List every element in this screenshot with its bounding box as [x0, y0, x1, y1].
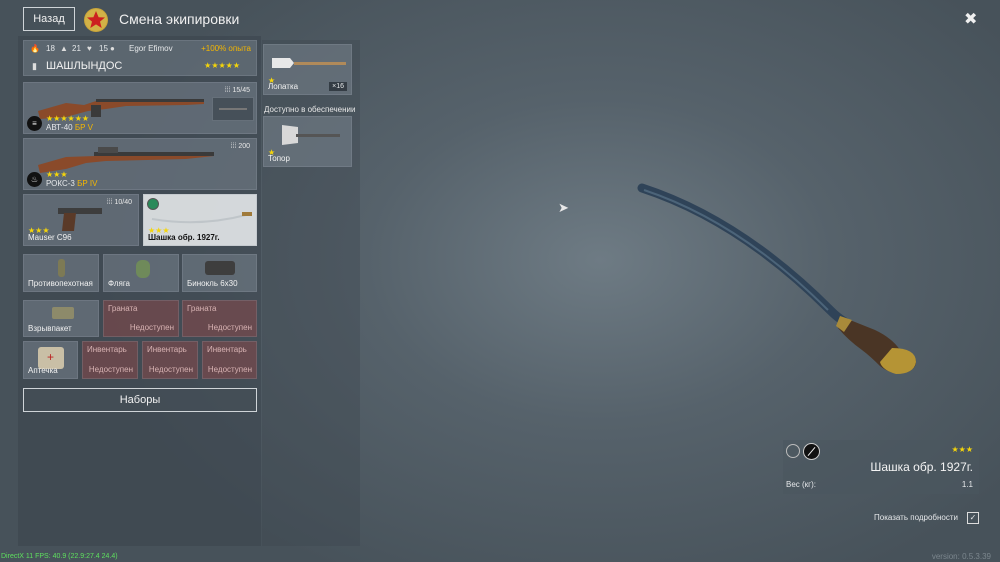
show-details-checkbox[interactable]: ✓	[967, 512, 979, 524]
equipment-label: Бинокль 6x30	[187, 279, 238, 288]
shovel-icon	[272, 58, 346, 68]
ammo-icon: ⁞⁞⁞ 10/40	[106, 199, 132, 206]
close-icon[interactable]: ✖	[964, 9, 977, 29]
inventory-slot-locked-1[interactable]: Инвентарь Недоступен	[82, 341, 138, 379]
available-header: Доступно в обеспечении	[264, 105, 356, 114]
ammo-icon: ⁞⁞⁞ 15/45	[224, 87, 250, 94]
kits-button[interactable]: Наборы	[23, 388, 257, 412]
item-label: Лопатка	[268, 82, 299, 91]
sidearm-slot[interactable]: ⁞⁞⁞ 10/40 ★★★ Mauser C96	[23, 194, 139, 246]
item-stars: ★★★	[951, 445, 973, 454]
soldier-stars: ★★★★★	[204, 61, 240, 70]
saber-icon	[151, 212, 252, 224]
unavailable-label: Недоступен	[207, 365, 252, 374]
unavailable-label: Недоступен	[88, 365, 133, 374]
shovel-slot[interactable]: ★ Лопатка ×16	[263, 44, 352, 95]
explosive-pack-icon	[52, 307, 74, 319]
medal-icon	[786, 444, 800, 458]
version-label: version: 0.5.3.39	[931, 552, 991, 561]
weapon-name: АВТ-40 БР V	[46, 123, 93, 132]
equipment-label: Аптечка	[28, 366, 58, 375]
show-details-label: Показать подробности	[874, 513, 958, 522]
binoculars-icon	[205, 261, 235, 275]
soldier-class-icon: ▮	[32, 61, 37, 71]
fps-counter: DirectX 11 FPS: 40.9 (22.9:27.4 24.4)	[1, 553, 118, 560]
weapon-stars: ★★★★★★	[46, 114, 90, 123]
slot-type-label: Граната	[108, 304, 138, 313]
slot-type-label: Инвентарь	[207, 345, 247, 354]
weapon-stars: ★★★	[46, 170, 68, 179]
saber-preview-image	[637, 183, 916, 374]
slot-type-label: Граната	[187, 304, 217, 313]
equipment-label: Взрывпакет	[28, 324, 72, 333]
weapon-name: РОКС-3 БР IV	[46, 179, 98, 188]
player-name: Egor Efimov	[129, 44, 173, 53]
inventory-slot-locked-2[interactable]: Инвентарь Недоступен	[142, 341, 198, 379]
equipment-slot-2[interactable]: Фляга	[103, 254, 179, 292]
fire-icon: 🔥	[30, 44, 40, 53]
player-icon: ●	[110, 44, 115, 53]
equipment-slot-3[interactable]: Бинокль 6x30	[182, 254, 257, 292]
slot-type-label: Инвентарь	[87, 345, 127, 354]
soldier-name: ШАШЛЫНДОС	[46, 60, 123, 72]
weight-label: Вес (кг):	[786, 480, 816, 489]
bayonet-icon[interactable]	[212, 97, 254, 121]
grenade-slot-locked-1[interactable]: Граната Недоступен	[103, 300, 179, 337]
squad-emblem-icon	[84, 8, 108, 32]
weight-value: 1.1	[961, 480, 973, 489]
axe-slot[interactable]: ★ Топор	[263, 116, 352, 167]
equipment-slot-1[interactable]: Противопехотная	[23, 254, 99, 292]
automatic-class-icon: ≡	[27, 116, 42, 131]
unavailable-label: Недоступен	[207, 323, 252, 332]
soldier-card[interactable]: 🔥 18 ▲ 21 ♥ 15 ● Egor Efimov +100% опыта…	[23, 40, 257, 76]
battle-rating: БР V	[74, 123, 93, 132]
melee-class-icon	[803, 443, 820, 460]
secondary-weapon-slot[interactable]: ⁞⁞⁞ 200 ♨ ★★★ РОКС-3 БР IV	[23, 138, 257, 190]
item-count: ×16	[329, 82, 347, 91]
flame-class-icon: ♨	[27, 172, 42, 187]
battle-rating: БР IV	[77, 179, 98, 188]
rank-icon: ▲	[60, 44, 68, 53]
heart-icon: ♥	[87, 44, 92, 53]
soldier-stat-2: 21	[72, 44, 81, 53]
mouse-cursor-icon: ➤	[558, 200, 569, 215]
xp-bonus: +100% опыта	[201, 44, 251, 53]
item-name: Шашка обр. 1927г.	[870, 460, 973, 474]
page-title: Смена экипировки	[119, 11, 240, 27]
axe-icon	[282, 125, 340, 145]
item-detail-panel: ★★★ Шашка обр. 1927г. Вес (кг): 1.1	[783, 440, 979, 494]
equipment-label: Противопехотная	[28, 279, 93, 288]
primary-weapon-slot[interactable]: ⁞⁞⁞ 15/45 ≡ ★★★★★★ АВТ-40 БР V	[23, 82, 257, 134]
canteen-icon	[136, 260, 150, 278]
unavailable-label: Недоступен	[148, 365, 193, 374]
soldier-stat-1: 18	[46, 44, 55, 53]
weapon-name: Mauser C96	[28, 233, 72, 242]
grenade-icon	[58, 259, 65, 277]
item-label: Топор	[268, 154, 290, 163]
weapon-name: Шашка обр. 1927г.	[148, 233, 220, 242]
grenade-slot-locked-2[interactable]: Граната Недоступен	[182, 300, 257, 337]
back-button[interactable]: Назад	[23, 7, 75, 31]
equipment-label: Фляга	[108, 279, 131, 288]
pistol-icon	[58, 208, 102, 231]
slot-type-label: Инвентарь	[147, 345, 187, 354]
unavailable-label: Недоступен	[129, 323, 174, 332]
explosive-slot[interactable]: Взрывпакет	[23, 300, 99, 337]
inventory-slot-locked-3[interactable]: Инвентарь Недоступен	[202, 341, 257, 379]
medkit-slot[interactable]: + Аптечка	[23, 341, 78, 379]
ammo-icon: ⁞⁞⁞ 200	[230, 143, 250, 150]
melee-slot-selected[interactable]: ★★★ Шашка обр. 1927г.	[143, 194, 257, 246]
soldier-stat-3: 15	[99, 44, 108, 53]
